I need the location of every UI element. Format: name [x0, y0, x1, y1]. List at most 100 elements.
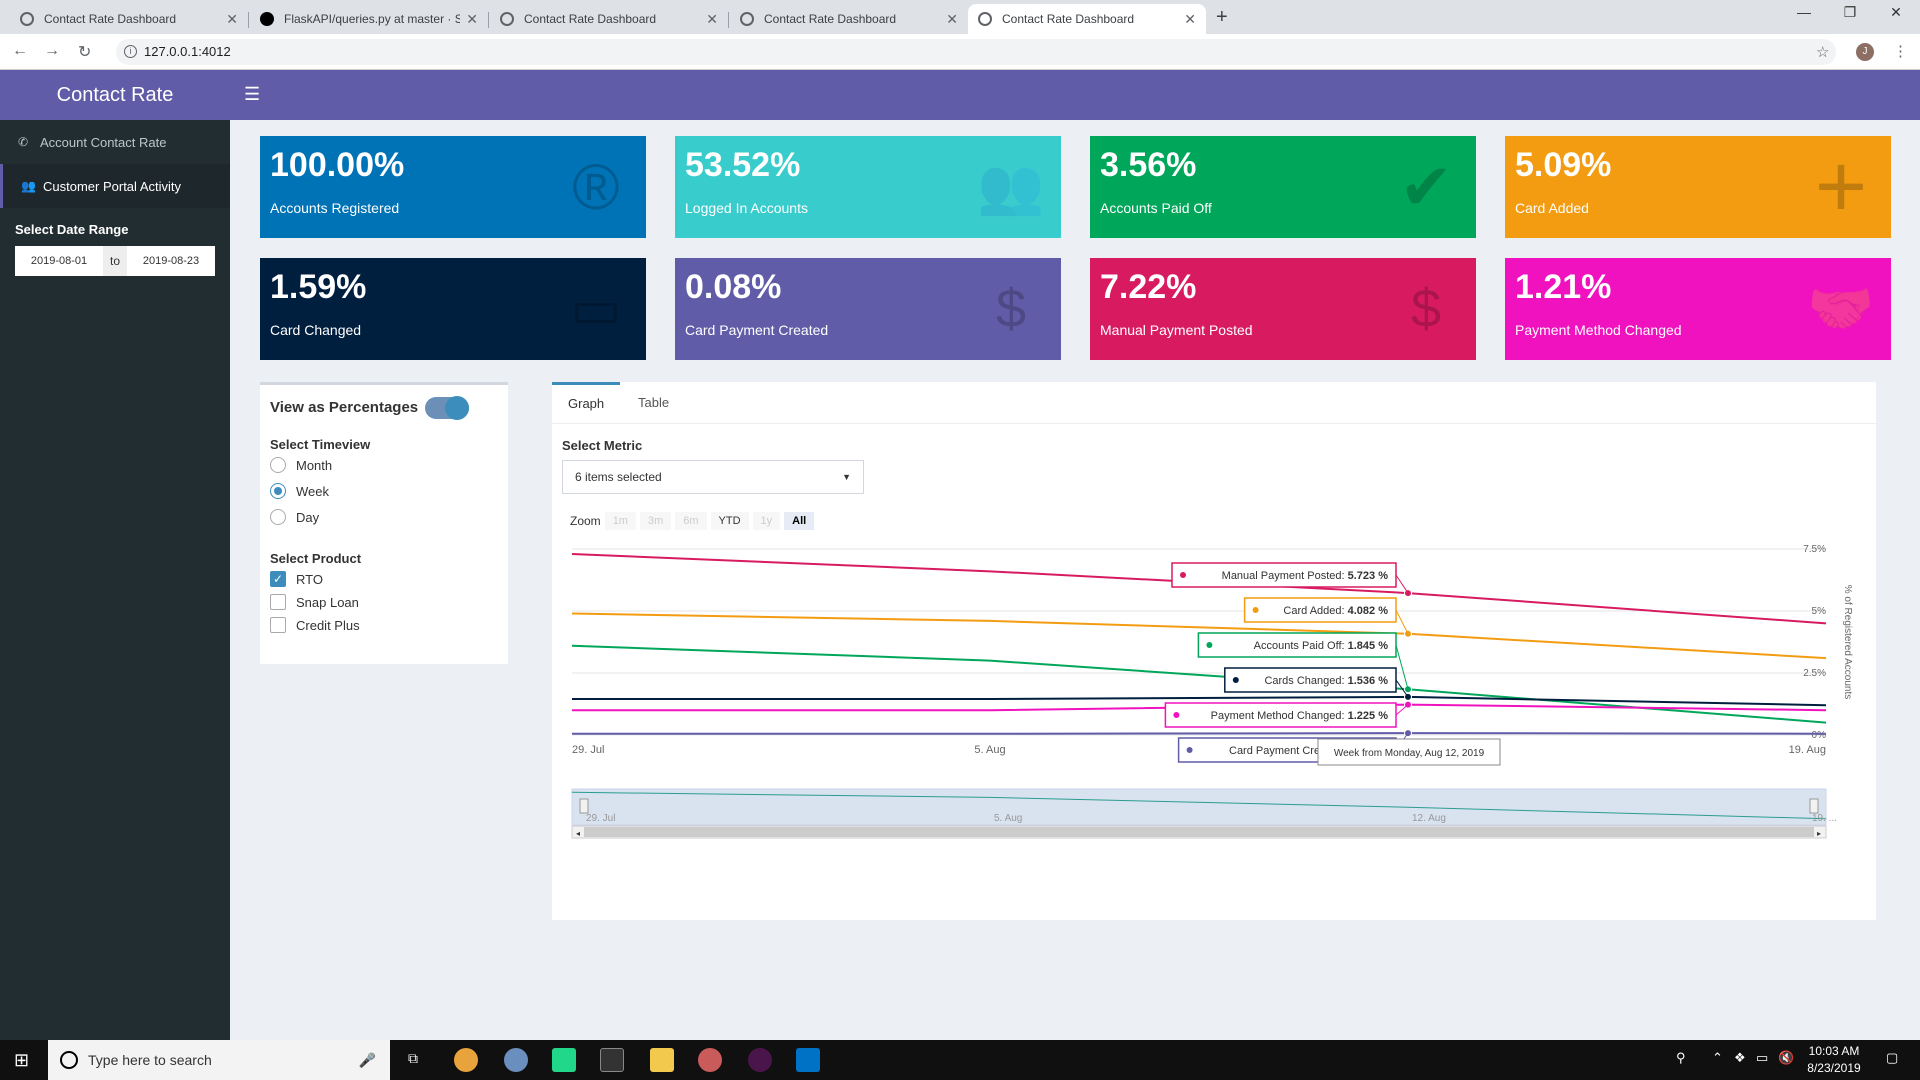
bookmark-star-icon[interactable]: ☆ — [1816, 43, 1829, 61]
navigator-label: 29. Jul — [586, 813, 615, 824]
close-icon[interactable]: ✕ — [946, 11, 958, 28]
y-tick-label: 0% — [1812, 730, 1827, 741]
radio-button[interactable] — [270, 483, 286, 499]
minimize-button[interactable]: — — [1784, 4, 1824, 20]
chevron-up-icon[interactable]: ⌃ — [1712, 1050, 1723, 1066]
tooltip-text: Cards Changed: 1.536 % — [1264, 675, 1388, 687]
taskbar-search-field[interactable]: Type here to search 🎤 — [48, 1040, 390, 1080]
menu-kebab-icon[interactable]: ⋮ — [1893, 42, 1908, 60]
product-label: Select Product — [270, 551, 362, 566]
reload-icon[interactable]: ↻ — [78, 42, 91, 62]
zoom-ytd-button[interactable]: YTD — [710, 512, 749, 530]
tooltip-text: Accounts Paid Off: 1.845 % — [1254, 640, 1389, 652]
brand-logo[interactable]: Contact Rate — [0, 70, 230, 120]
browser-tab-active[interactable]: Contact Rate Dashboard ✕ — [968, 4, 1206, 34]
slack-icon[interactable] — [748, 1048, 772, 1072]
zoom-3m-button[interactable]: 3m — [639, 512, 672, 530]
windows-taskbar: ⊞ Type here to search 🎤 ⧉ ⚲ ⌃ ❖ ▭ 🔇 10:03… — [0, 1040, 1920, 1080]
maximize-button[interactable]: ❐ — [1830, 4, 1870, 21]
phone-icon: ✆ — [18, 135, 29, 149]
browser-tab[interactable]: FlaskAPI/queries.py at master · S: ✕ — [250, 4, 488, 34]
hamburger-menu-icon[interactable]: ☰ — [244, 84, 260, 105]
main-content: 100.00% Accounts Registered ® 53.52% Logged… — [230, 120, 1920, 1040]
zoom-1y-button[interactable]: 1y — [752, 512, 781, 530]
timeview-option-day[interactable]: Day — [270, 509, 319, 525]
back-icon[interactable]: ← — [12, 42, 28, 60]
date-to-input[interactable]: 2019-08-23 — [127, 255, 215, 267]
tooltip-connector — [1395, 609, 1409, 634]
close-icon[interactable]: ✕ — [226, 11, 238, 28]
tooltip-connector — [1395, 704, 1409, 716]
close-window-button[interactable]: ✕ — [1876, 4, 1916, 21]
percentages-toggle[interactable] — [425, 396, 469, 420]
sidebar-item-account-contact-rate[interactable]: ✆ Account Contact Rate — [0, 120, 230, 164]
volume-mute-icon[interactable]: 🔇 — [1778, 1050, 1794, 1066]
scroll-left-arrow: ◂ — [576, 829, 580, 838]
tooltip-connector — [1395, 574, 1409, 594]
users-icon: 👥 — [977, 157, 1045, 217]
tooltip-series-name: Payment Method Changed: — [1211, 710, 1348, 722]
sidebar-item-customer-portal-activity[interactable]: 👥 Customer Portal Activity — [0, 164, 230, 208]
close-icon[interactable]: ✕ — [466, 11, 478, 28]
info-icon[interactable]: i — [124, 45, 137, 58]
metric-label: Select Metric — [562, 438, 643, 453]
zoom-all-button[interactable]: All — [784, 512, 815, 530]
radio-button[interactable] — [270, 509, 286, 525]
globe-icon — [500, 12, 514, 26]
plus-icon: + — [1814, 137, 1868, 237]
battery-icon[interactable]: ▭ — [1756, 1050, 1768, 1066]
panel-tabs: Graph Table — [552, 382, 1876, 424]
microphone-icon[interactable]: 🎤 — [359, 1040, 376, 1080]
radio-button[interactable] — [270, 457, 286, 473]
zoom-1m-button[interactable]: 1m — [604, 512, 636, 530]
date-from-input[interactable]: 2019-08-01 — [15, 255, 103, 267]
zoom-6m-button[interactable]: 6m — [675, 512, 707, 530]
checkbox[interactable]: ✓ — [270, 571, 286, 587]
product-option-rto[interactable]: ✓ RTO — [270, 571, 323, 587]
product-option-snap-loan[interactable]: Snap Loan — [270, 594, 359, 610]
tooltip-marker — [1252, 607, 1259, 613]
chrome-icon[interactable] — [454, 1048, 478, 1072]
checkbox[interactable] — [270, 617, 286, 633]
pycharm-icon[interactable] — [552, 1048, 576, 1072]
y-axis-label: % of Registered Accounts — [1842, 585, 1853, 700]
tooltip-marker — [1232, 677, 1239, 683]
line-chart[interactable]: 0% 2.5% 5% 7.5% % of Registered Accounts 29. … — [552, 542, 1876, 912]
users-icon: 👥 — [21, 179, 36, 193]
terminal-icon[interactable] — [600, 1048, 624, 1072]
x-tooltip-text: Week from Monday, Aug 12, 2019 — [1334, 748, 1485, 759]
task-view-icon[interactable]: ⧉ — [408, 1050, 418, 1067]
tooltip-value: 1.536 % — [1348, 675, 1389, 687]
new-tab-button[interactable]: + — [1216, 6, 1228, 29]
tooltip-marker — [1180, 572, 1186, 578]
data-point — [1404, 692, 1412, 701]
forward-icon[interactable]: → — [44, 42, 60, 60]
notifications-icon[interactable]: ▢ — [1886, 1050, 1898, 1066]
dropbox-icon[interactable]: ❖ — [1734, 1050, 1746, 1066]
avatar[interactable]: J — [1856, 43, 1874, 61]
value-box-payment-method-changed: 1.21% Payment Method Changed 🤝 — [1505, 258, 1891, 360]
browser-tab[interactable]: Contact Rate Dashboard ✕ — [490, 4, 728, 34]
metric-select[interactable]: 6 items selected ▼ — [562, 460, 864, 494]
product-option-credit-plus[interactable]: Credit Plus — [270, 617, 360, 633]
browser-tab[interactable]: Contact Rate Dashboard ✕ — [10, 4, 248, 34]
tab-table[interactable]: Table — [622, 382, 685, 424]
close-icon[interactable]: ✕ — [1184, 11, 1196, 28]
timeview-option-month[interactable]: Month — [270, 457, 332, 473]
r-icon[interactable] — [504, 1048, 528, 1072]
file-explorer-icon[interactable] — [650, 1048, 674, 1072]
person-icon[interactable]: ⚲ — [1676, 1050, 1686, 1066]
close-icon[interactable]: ✕ — [706, 11, 718, 28]
checkbox[interactable] — [270, 594, 286, 610]
tooltip-series-name: Card Added: — [1283, 605, 1347, 617]
url-field[interactable]: i 127.0.0.1:4012 — [116, 39, 1836, 65]
tooltip-text: Payment Method Changed: 1.225 % — [1211, 710, 1389, 722]
timeview-option-week[interactable]: Week — [270, 483, 329, 499]
tab-graph[interactable]: Graph — [552, 382, 621, 424]
browser-tab[interactable]: Contact Rate Dashboard ✕ — [730, 4, 968, 34]
app-icon[interactable] — [698, 1048, 722, 1072]
data-point — [1404, 629, 1412, 638]
outlook-icon[interactable] — [796, 1048, 820, 1072]
windows-start-icon[interactable]: ⊞ — [14, 1050, 29, 1071]
taskbar-clock[interactable]: 10:03 AM 8/23/2019 — [1800, 1043, 1868, 1077]
